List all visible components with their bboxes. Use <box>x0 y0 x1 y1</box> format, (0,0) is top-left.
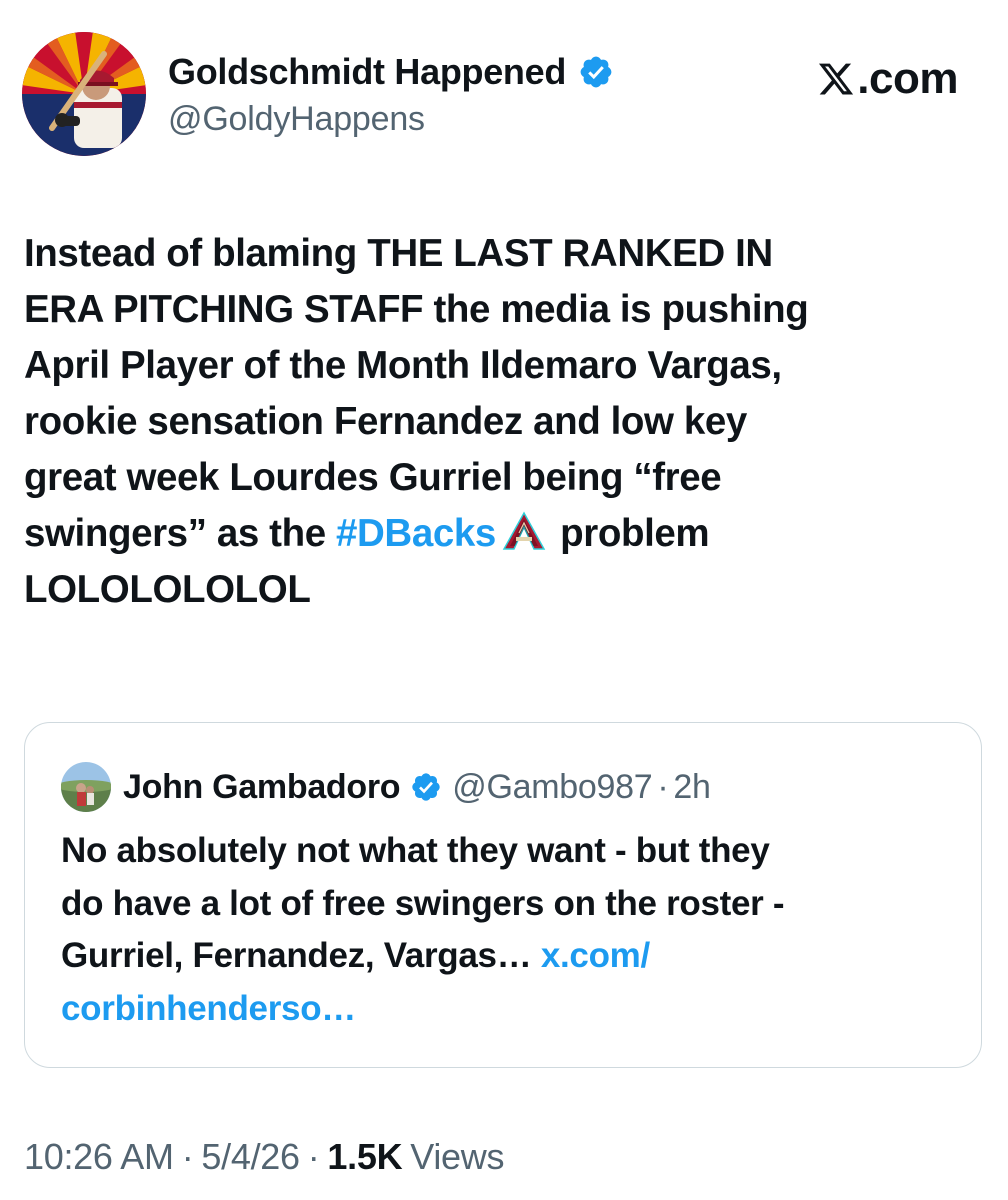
tweet-line-segment: swingers” as the <box>24 512 337 555</box>
quoted-author-avatar[interactable] <box>61 762 111 812</box>
author-handle[interactable]: @GoldyHappens <box>168 100 614 139</box>
tweet-text: Instead of blaming THE LAST RANKED IN ER… <box>24 226 990 618</box>
quoted-line: do have a lot of free swingers on the ro… <box>61 883 785 923</box>
tweet-line-with-hashtag: swingers” as the #DBacks problem <box>24 506 990 562</box>
separator-dot: · <box>307 1136 320 1177</box>
x-logo-icon <box>819 63 854 95</box>
quoted-line-with-link: Gurriel, Fernandez, Vargas… x.com/ <box>61 930 961 983</box>
quoted-line-segment: Gurriel, Fernandez, Vargas… <box>61 936 541 975</box>
tweet-line: rookie sensation Fernandez and low key <box>24 400 747 443</box>
quoted-tweet-card[interactable]: John Gambadoro @Gambo987 · 2h No absolut… <box>24 722 982 1068</box>
author-info: Goldschmidt Happened @GoldyHappens <box>168 48 614 139</box>
tweet-line: ERA PITCHING STAFF the media is pushing <box>24 288 809 331</box>
x-com-branding: .com <box>817 54 958 104</box>
quoted-link[interactable]: x.com/ <box>541 936 650 975</box>
tweet-line-segment: problem <box>549 512 710 555</box>
tweet-metadata: 10:26 AM · 5/4/26 · 1.5K Views <box>24 1136 504 1178</box>
author-name-row: Goldschmidt Happened <box>168 48 614 96</box>
site-label: .com <box>857 54 958 103</box>
tweet-date[interactable]: 5/4/26 <box>201 1136 300 1178</box>
tweet-line: great week Lourdes Gurriel being “free <box>24 456 722 499</box>
quoted-line: No absolutely not what they want - but t… <box>61 831 770 870</box>
quoted-link-continued[interactable]: corbinhenderso… <box>61 983 961 1036</box>
author-avatar[interactable] <box>22 32 146 156</box>
quoted-tweet-text: No absolutely not what they want - but t… <box>61 825 961 1035</box>
tweet-line: April Player of the Month Ildemaro Varga… <box>24 344 782 387</box>
tweet-header: Goldschmidt Happened @GoldyHappens .com <box>22 32 982 158</box>
tweet-line: Instead of blaming THE LAST RANKED IN <box>24 232 773 275</box>
tweet-line: LOLOLOLOLOL <box>24 568 311 611</box>
views-label: Views <box>410 1136 505 1177</box>
separator-dot: · <box>181 1136 194 1177</box>
quoted-tweet-time[interactable]: 2h <box>673 768 711 807</box>
quoted-author-handle[interactable]: @Gambo987 <box>452 768 652 807</box>
views-count: 1.5K <box>327 1136 403 1177</box>
quoted-avatar-image <box>61 762 111 812</box>
verified-badge-icon[interactable] <box>578 54 614 90</box>
verified-badge-icon <box>412 773 440 801</box>
hashtag-link[interactable]: #DBacks <box>336 512 496 555</box>
separator-dot: · <box>657 767 669 806</box>
author-display-name[interactable]: Goldschmidt Happened <box>168 51 566 93</box>
quoted-author-name[interactable]: John Gambadoro <box>123 768 401 807</box>
tweet-time[interactable]: 10:26 AM <box>24 1136 174 1178</box>
quoted-tweet-header: John Gambadoro @Gambo987 · 2h <box>61 761 711 813</box>
dbacks-a-logo-icon <box>502 511 546 550</box>
avatar-image <box>22 32 146 156</box>
